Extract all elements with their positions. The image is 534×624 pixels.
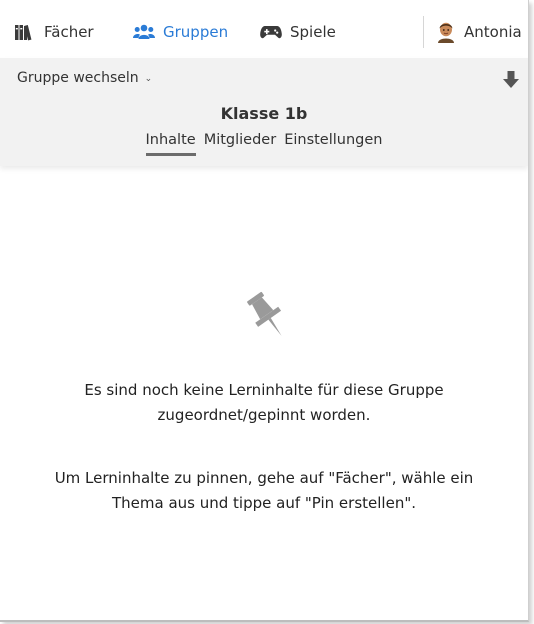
empty-state-line: Es sind noch keine Lerninhalte für diese… xyxy=(84,381,444,399)
switch-group-dropdown[interactable]: Gruppe wechseln ⌄ xyxy=(17,70,152,86)
empty-state-hint: Um Lerninhalte zu pinnen, gehe auf "Fäch… xyxy=(0,466,528,516)
avatar-icon xyxy=(436,21,456,43)
tab-inhalte[interactable]: Inhalte xyxy=(142,132,200,156)
nav-item-spiele[interactable]: Spiele xyxy=(260,8,336,56)
user-name: Antonia xyxy=(464,23,522,41)
users-icon xyxy=(133,24,155,40)
books-icon xyxy=(14,23,36,41)
app-window: Fächer Gruppen Spiele Antonia Gruppe wec… xyxy=(0,0,529,622)
top-navigation: Fächer Gruppen Spiele Antonia xyxy=(0,8,528,56)
nav-label-gruppen: Gruppen xyxy=(163,23,229,41)
arrow-down-icon xyxy=(503,71,519,88)
switch-group-label: Gruppe wechseln xyxy=(17,70,139,86)
pin-icon xyxy=(245,290,293,348)
group-title: Klasse 1b xyxy=(220,104,308,123)
nav-divider xyxy=(423,16,424,48)
group-header: Gruppe wechseln ⌄ Klasse 1b Inhalte Mitg… xyxy=(0,58,528,166)
chevron-down-icon: ⌄ xyxy=(144,74,153,84)
nav-item-gruppen[interactable]: Gruppen xyxy=(133,8,228,56)
empty-state-line: zugeordnet/gepinnt worden. xyxy=(157,406,371,424)
group-tabs: Inhalte Mitglieder Einstellungen xyxy=(0,132,528,156)
nav-label-faecher: Fächer xyxy=(44,23,94,41)
empty-state-hint-line: Um Lerninhalte zu pinnen, gehe auf "Fäch… xyxy=(54,469,474,487)
nav-item-faecher[interactable]: Fächer xyxy=(14,8,94,56)
nav-label-spiele: Spiele xyxy=(290,23,336,41)
download-button[interactable] xyxy=(502,70,520,90)
nav-user-menu[interactable]: Antonia xyxy=(436,8,522,56)
tab-mitglieder[interactable]: Mitglieder xyxy=(200,132,281,155)
gamepad-icon xyxy=(260,24,282,40)
empty-state-hint-line: Thema aus und tippe auf "Pin erstellen". xyxy=(111,494,416,512)
tab-einstellungen[interactable]: Einstellungen xyxy=(280,132,386,155)
empty-state-message: Es sind noch keine Lerninhalte für diese… xyxy=(0,378,528,428)
